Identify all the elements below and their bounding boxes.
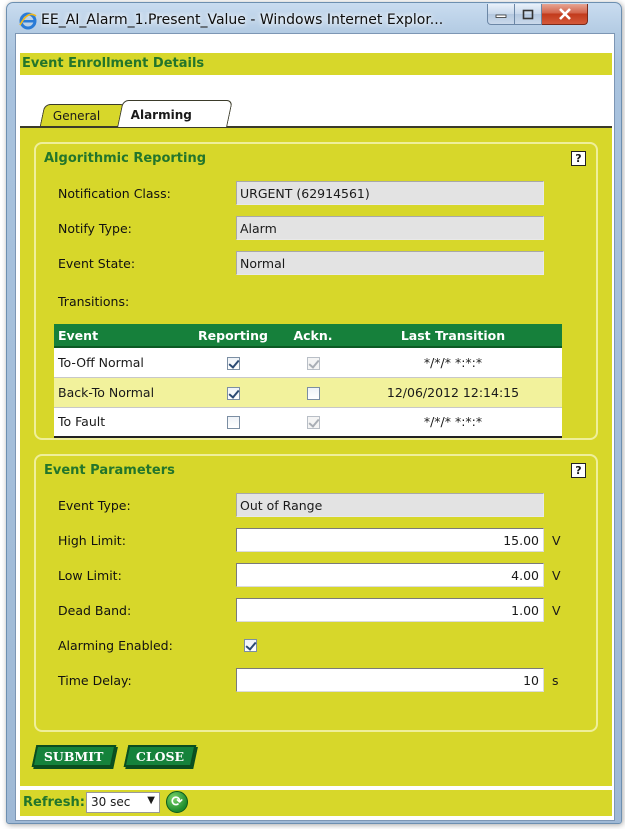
ackn-checkbox: [306, 356, 320, 370]
notify-type-field: Alarm: [236, 216, 544, 240]
high-limit-input[interactable]: 15.00: [236, 528, 544, 552]
page-content: Event Enrollment Details General Alarmin…: [15, 33, 615, 821]
low-limit-label: Low Limit:: [58, 568, 122, 583]
event-state-label: Event State:: [58, 256, 136, 271]
event-type-field: Out of Range: [236, 493, 544, 517]
table-row: To Fault */*/* *:*:*: [54, 407, 562, 438]
time-delay-input[interactable]: 10: [236, 668, 544, 692]
event-cell: Back-To Normal: [54, 377, 184, 408]
refresh-interval-value: 30 sec: [91, 795, 131, 809]
refresh-icon[interactable]: ⟳: [166, 791, 188, 813]
dead-band-input[interactable]: 1.00: [236, 598, 544, 622]
ackn-checkbox[interactable]: [306, 386, 320, 400]
event-cell: To Fault: [54, 407, 184, 438]
maximize-button[interactable]: [515, 4, 542, 25]
column-header-ackn: Ackn.: [282, 324, 344, 348]
low-limit-input[interactable]: 4.00: [236, 563, 544, 587]
notification-class-label: Notification Class:: [58, 186, 171, 201]
internet-explorer-icon: [19, 12, 37, 30]
event-type-label: Event Type:: [58, 498, 131, 513]
column-header-event: Event: [54, 324, 184, 348]
event-parameters-panel: Event Parameters ? Event Type: Out of Ra…: [34, 454, 598, 732]
submit-button[interactable]: SUBMIT: [31, 745, 117, 767]
algorithmic-reporting-panel: Algorithmic Reporting ? Notification Cla…: [34, 142, 598, 440]
chevron-down-icon: ▼: [147, 795, 155, 806]
dead-band-label: Dead Band:: [58, 603, 132, 618]
reporting-cell: [184, 347, 282, 378]
submit-label: SUBMIT: [44, 748, 104, 764]
reporting-checkbox[interactable]: [226, 386, 240, 400]
minimize-button[interactable]: [487, 4, 515, 25]
reporting-checkbox[interactable]: [226, 356, 240, 370]
close-window-button[interactable]: [542, 4, 588, 25]
page-title: Event Enrollment Details: [20, 53, 612, 75]
last-transition-cell: 12/06/2012 12:14:15: [344, 377, 562, 408]
refresh-bar: Refresh: 30 sec ▼ ⟳: [20, 790, 612, 816]
table-row: To-Off Normal */*/* *:*:*: [54, 347, 562, 378]
tab-general[interactable]: General: [39, 104, 127, 127]
title-bar[interactable]: EE_AI_Alarm_1.Present_Value - Windows In…: [7, 3, 621, 37]
alarming-enabled-checkbox[interactable]: [244, 639, 257, 652]
alarming-content: Algorithmic Reporting ? Notification Cla…: [20, 128, 612, 786]
dead-band-unit: V: [552, 603, 561, 618]
window-title: EE_AI_Alarm_1.Present_Value - Windows In…: [41, 12, 444, 28]
event-parameters-title: Event Parameters: [44, 463, 175, 478]
ackn-checkbox: [306, 416, 320, 430]
transitions-table: Event Reporting Ackn. Last Transition To…: [54, 324, 562, 438]
maximize-icon: [522, 9, 534, 19]
last-transition-cell: */*/* *:*:*: [344, 347, 562, 378]
table-row: Back-To Normal 12/06/2012 12:14:15: [54, 377, 562, 408]
close-label: CLOSE: [135, 748, 185, 764]
event-cell: To-Off Normal: [54, 347, 184, 378]
tab-general-label: General: [52, 109, 101, 123]
reporting-cell: [184, 407, 282, 438]
transitions-label: Transitions:: [58, 294, 130, 309]
close-icon: [558, 8, 571, 20]
high-limit-label: High Limit:: [58, 533, 126, 548]
last-transition-cell: */*/* *:*:*: [344, 407, 562, 438]
refresh-interval-select[interactable]: 30 sec ▼: [86, 792, 160, 813]
refresh-label: Refresh:: [23, 795, 85, 810]
column-header-reporting: Reporting: [184, 324, 282, 348]
time-delay-label: Time Delay:: [58, 673, 132, 688]
reporting-cell: [184, 377, 282, 408]
tab-strip: General Alarming: [20, 100, 612, 127]
low-limit-unit: V: [552, 568, 561, 583]
reporting-checkbox[interactable]: [226, 416, 240, 430]
close-button[interactable]: CLOSE: [123, 745, 197, 767]
minimize-icon: [495, 14, 507, 18]
help-icon[interactable]: ?: [571, 463, 586, 478]
high-limit-unit: V: [552, 533, 561, 548]
tab-alarming[interactable]: Alarming: [117, 100, 233, 127]
notify-type-label: Notify Type:: [58, 221, 132, 236]
event-state-field: Normal: [236, 251, 544, 275]
browser-window: EE_AI_Alarm_1.Present_Value - Windows In…: [6, 2, 622, 824]
notification-class-field: URGENT (62914561): [236, 181, 544, 205]
help-icon[interactable]: ?: [571, 151, 586, 166]
ackn-cell: [282, 407, 344, 438]
ackn-cell: [282, 377, 344, 408]
ackn-cell: [282, 347, 344, 378]
algorithmic-reporting-title: Algorithmic Reporting: [44, 151, 207, 166]
time-delay-unit: s: [552, 673, 559, 688]
tab-alarming-label: Alarming: [130, 108, 192, 122]
window-controls: [487, 4, 588, 26]
table-header-row: Event Reporting Ackn. Last Transition: [54, 324, 562, 348]
column-header-last-transition: Last Transition: [344, 324, 562, 348]
alarming-enabled-label: Alarming Enabled:: [58, 638, 173, 653]
